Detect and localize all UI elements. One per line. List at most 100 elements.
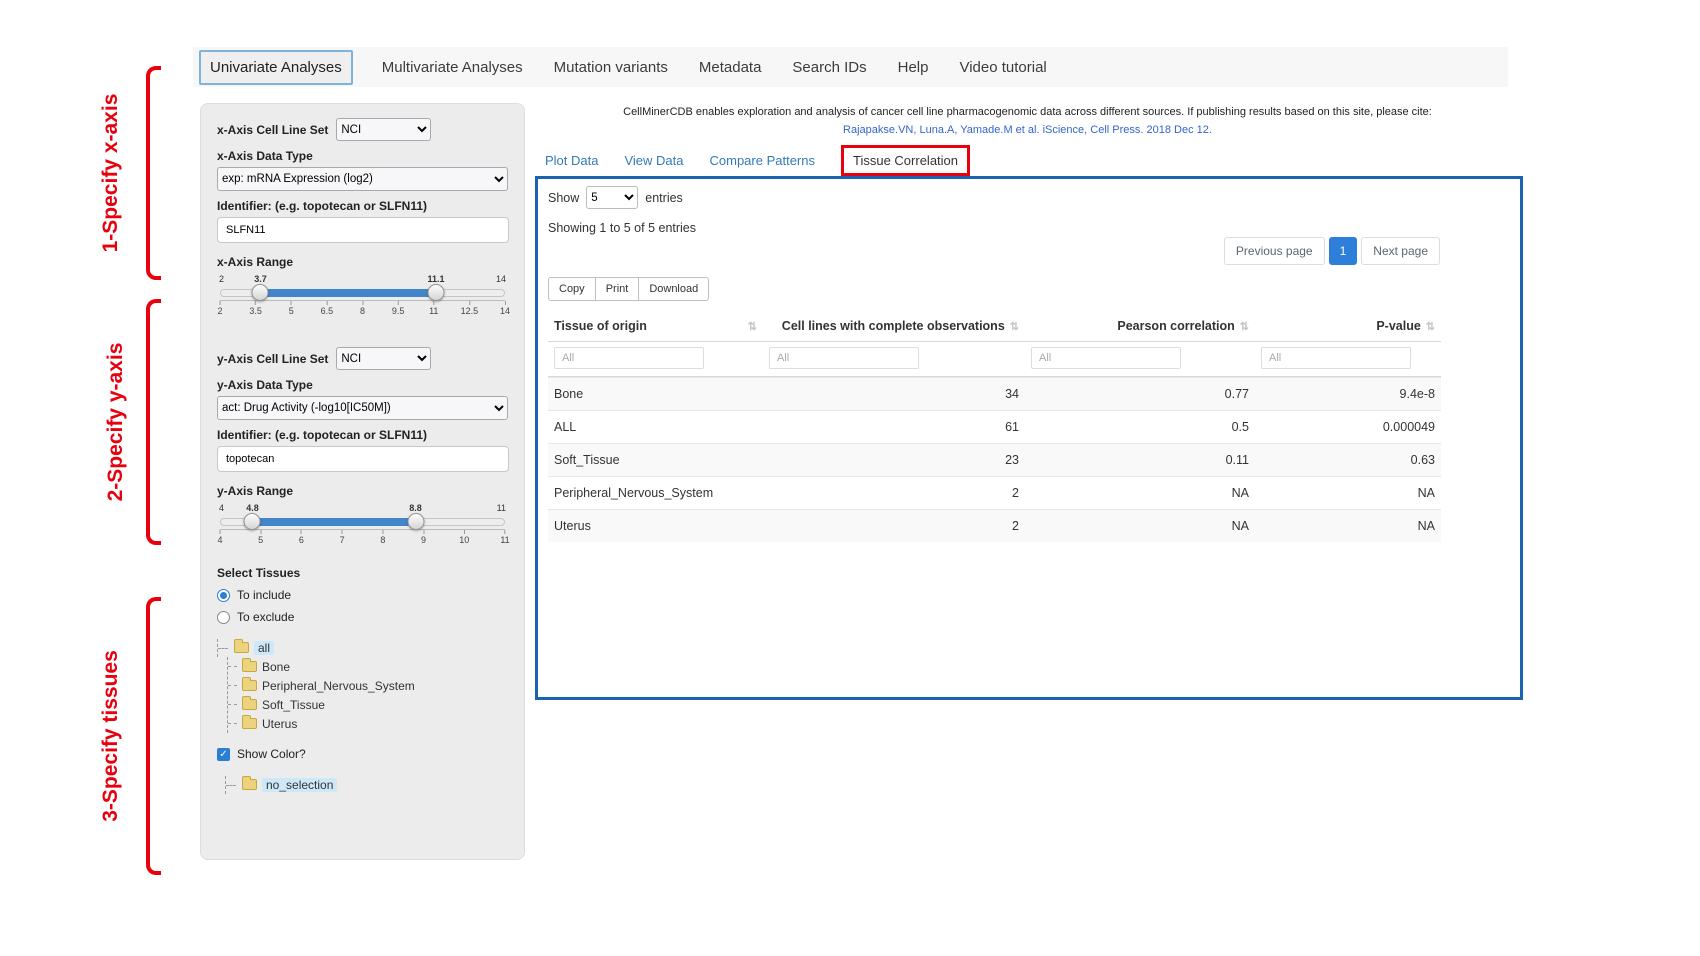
filter-input-cell-lines[interactable]: [769, 347, 919, 369]
filter-input-tissue[interactable]: [554, 347, 704, 369]
table-filter-row: [548, 342, 1441, 377]
table-row[interactable]: ALL 61 0.5 0.000049: [548, 410, 1441, 443]
x-data-type-select[interactable]: exp: mRNA Expression (log2): [217, 167, 508, 191]
sort-icon[interactable]: ⇅: [1240, 320, 1249, 333]
filter-input-pvalue[interactable]: [1261, 347, 1411, 369]
tree-item-peripheral-nervous-system[interactable]: Peripheral_Nervous_System: [228, 676, 508, 695]
tick-label: 8: [360, 301, 365, 316]
table-row[interactable]: Bone 34 0.77 9.4e-8: [548, 377, 1441, 410]
tab-view-data[interactable]: View Data: [624, 153, 683, 168]
x-identifier-label: Identifier: (e.g. topotecan or SLFN11): [217, 199, 508, 213]
y-cell-line-set-select[interactable]: NCI: [336, 347, 431, 370]
nav-tab-multivariate-analyses[interactable]: Multivariate Analyses: [380, 52, 525, 83]
tick-label: 6.5: [321, 301, 334, 316]
nav-tab-help[interactable]: Help: [896, 52, 931, 83]
copy-button[interactable]: Copy: [548, 277, 596, 301]
cell-pearson: 0.11: [1025, 444, 1255, 476]
x-slider-handle-low[interactable]: [252, 284, 269, 301]
y-range-min: 4: [219, 503, 224, 513]
tree-connector: [228, 685, 237, 686]
page-number-button[interactable]: 1: [1329, 237, 1358, 265]
y-range-low-value: 4.8: [246, 503, 259, 513]
cell-pvalue: 9.4e-8: [1255, 378, 1441, 410]
column-header-pearson[interactable]: Pearson correlation ⇅: [1025, 311, 1255, 341]
show-color-label: Show Color?: [237, 747, 306, 761]
tick-label: 9.5: [392, 301, 405, 316]
column-header-tissue[interactable]: Tissue of origin ⇅: [548, 311, 763, 341]
table-header-row: Tissue of origin ⇅ Cell lines with compl…: [548, 311, 1441, 342]
tissue-correlation-panel: Show 5 entries Showing 1 to 5 of 5 entri…: [535, 176, 1523, 700]
tree-connector: [225, 776, 237, 794]
tick-label: 10: [459, 530, 469, 545]
sort-icon[interactable]: ⇅: [1010, 320, 1019, 333]
entries-count-select[interactable]: 5: [586, 186, 638, 209]
entries-label: entries: [645, 191, 683, 205]
cell-pvalue: 0.63: [1255, 444, 1441, 476]
sort-icon[interactable]: ⇅: [748, 320, 757, 333]
nav-tab-univariate-analyses[interactable]: Univariate Analyses: [199, 50, 353, 85]
tree-item-all[interactable]: all: [217, 638, 508, 657]
table-row[interactable]: Peripheral_Nervous_System 2 NA NA: [548, 476, 1441, 509]
cell-tissue: Bone: [548, 378, 763, 410]
nav-tab-video-tutorial[interactable]: Video tutorial: [957, 52, 1048, 83]
tree-item-uterus[interactable]: Uterus: [228, 714, 508, 733]
download-button[interactable]: Download: [638, 277, 709, 301]
x-cell-line-set-select[interactable]: NCI: [336, 118, 431, 141]
table-row[interactable]: Uterus 2 NA NA: [548, 509, 1441, 542]
x-range-slider[interactable]: 2 3.7 11.1 14 2 3.5 5 6.5 8 9.5 11 12.5 …: [220, 289, 505, 297]
y-slider-handle-low[interactable]: [244, 513, 261, 530]
column-header-label: Cell lines with complete observations: [782, 319, 1005, 333]
column-header-pvalue[interactable]: P-value ⇅: [1255, 311, 1441, 341]
tissue-tree-children: Bone Peripheral_Nervous_System Soft_Tiss…: [227, 657, 508, 733]
sidebar-panel: x-Axis Cell Line Set NCI x-Axis Data Typ…: [200, 103, 525, 860]
tab-tissue-correlation[interactable]: Tissue Correlation: [841, 145, 970, 176]
table-row[interactable]: Soft_Tissue 23 0.11 0.63: [548, 443, 1441, 476]
cell-count: 23: [763, 444, 1025, 476]
cell-tissue: Soft_Tissue: [548, 444, 763, 476]
tick-label: 9: [421, 530, 426, 545]
tick-label: 8: [380, 530, 385, 545]
y-slider-handle-high[interactable]: [407, 513, 424, 530]
tab-plot-data[interactable]: Plot Data: [545, 153, 598, 168]
x-slider-handle-high[interactable]: [428, 284, 445, 301]
citation-link[interactable]: Rajapakse.VN, Luna.A, Yamade.M et al. iS…: [540, 124, 1515, 136]
tree-connector: [228, 723, 237, 724]
radio-to-exclude[interactable]: To exclude: [217, 610, 508, 624]
y-data-type-select[interactable]: act: Drug Activity (-log10[IC50M]): [217, 396, 508, 420]
filter-input-pearson[interactable]: [1031, 347, 1181, 369]
x-data-type-label: x-Axis Data Type: [217, 149, 508, 163]
show-color-checkbox[interactable]: Show Color?: [217, 747, 508, 761]
column-header-label: P-value: [1376, 319, 1420, 333]
showing-entries-text: Showing 1 to 5 of 5 entries: [548, 221, 696, 235]
tree-item-bone[interactable]: Bone: [228, 657, 508, 676]
annotation-step2-label: 2-Specify y-axis: [104, 343, 128, 502]
folder-icon: [242, 661, 257, 672]
folder-icon: [234, 642, 249, 653]
print-button[interactable]: Print: [595, 277, 640, 301]
y-range-label: y-Axis Range: [217, 484, 508, 498]
x-slider-fill: [260, 289, 436, 297]
column-header-label: Pearson correlation: [1117, 319, 1234, 333]
nav-tab-metadata[interactable]: Metadata: [697, 52, 764, 83]
tree-item-all-label: all: [254, 641, 274, 655]
x-slider-ticks: 2 3.5 5 6.5 8 9.5 11 12.5 14: [220, 300, 505, 318]
tab-compare-patterns[interactable]: Compare Patterns: [710, 153, 816, 168]
to-exclude-label: To exclude: [237, 610, 294, 624]
tree-item-no-selection[interactable]: no_selection: [225, 775, 508, 794]
radio-to-include[interactable]: To include: [217, 588, 508, 602]
y-range-slider[interactable]: 4 4.8 8.8 11 4 5 6 7 8 9 10 11: [220, 518, 505, 526]
nav-tab-mutation-variants[interactable]: Mutation variants: [552, 52, 670, 83]
x-range-min: 2: [219, 274, 224, 284]
column-header-cell-lines[interactable]: Cell lines with complete observations ⇅: [763, 311, 1025, 341]
x-identifier-input[interactable]: [217, 217, 509, 243]
cell-count: 2: [763, 510, 1025, 542]
y-identifier-input[interactable]: [217, 446, 509, 472]
tick-label: 11: [500, 530, 509, 545]
no-selection-label: no_selection: [262, 778, 337, 792]
annotation-bracket-3: [146, 597, 161, 875]
previous-page-button[interactable]: Previous page: [1224, 237, 1325, 265]
tree-item-soft-tissue[interactable]: Soft_Tissue: [228, 695, 508, 714]
next-page-button[interactable]: Next page: [1361, 237, 1440, 265]
sort-icon[interactable]: ⇅: [1426, 320, 1435, 333]
nav-tab-search-ids[interactable]: Search IDs: [790, 52, 868, 83]
